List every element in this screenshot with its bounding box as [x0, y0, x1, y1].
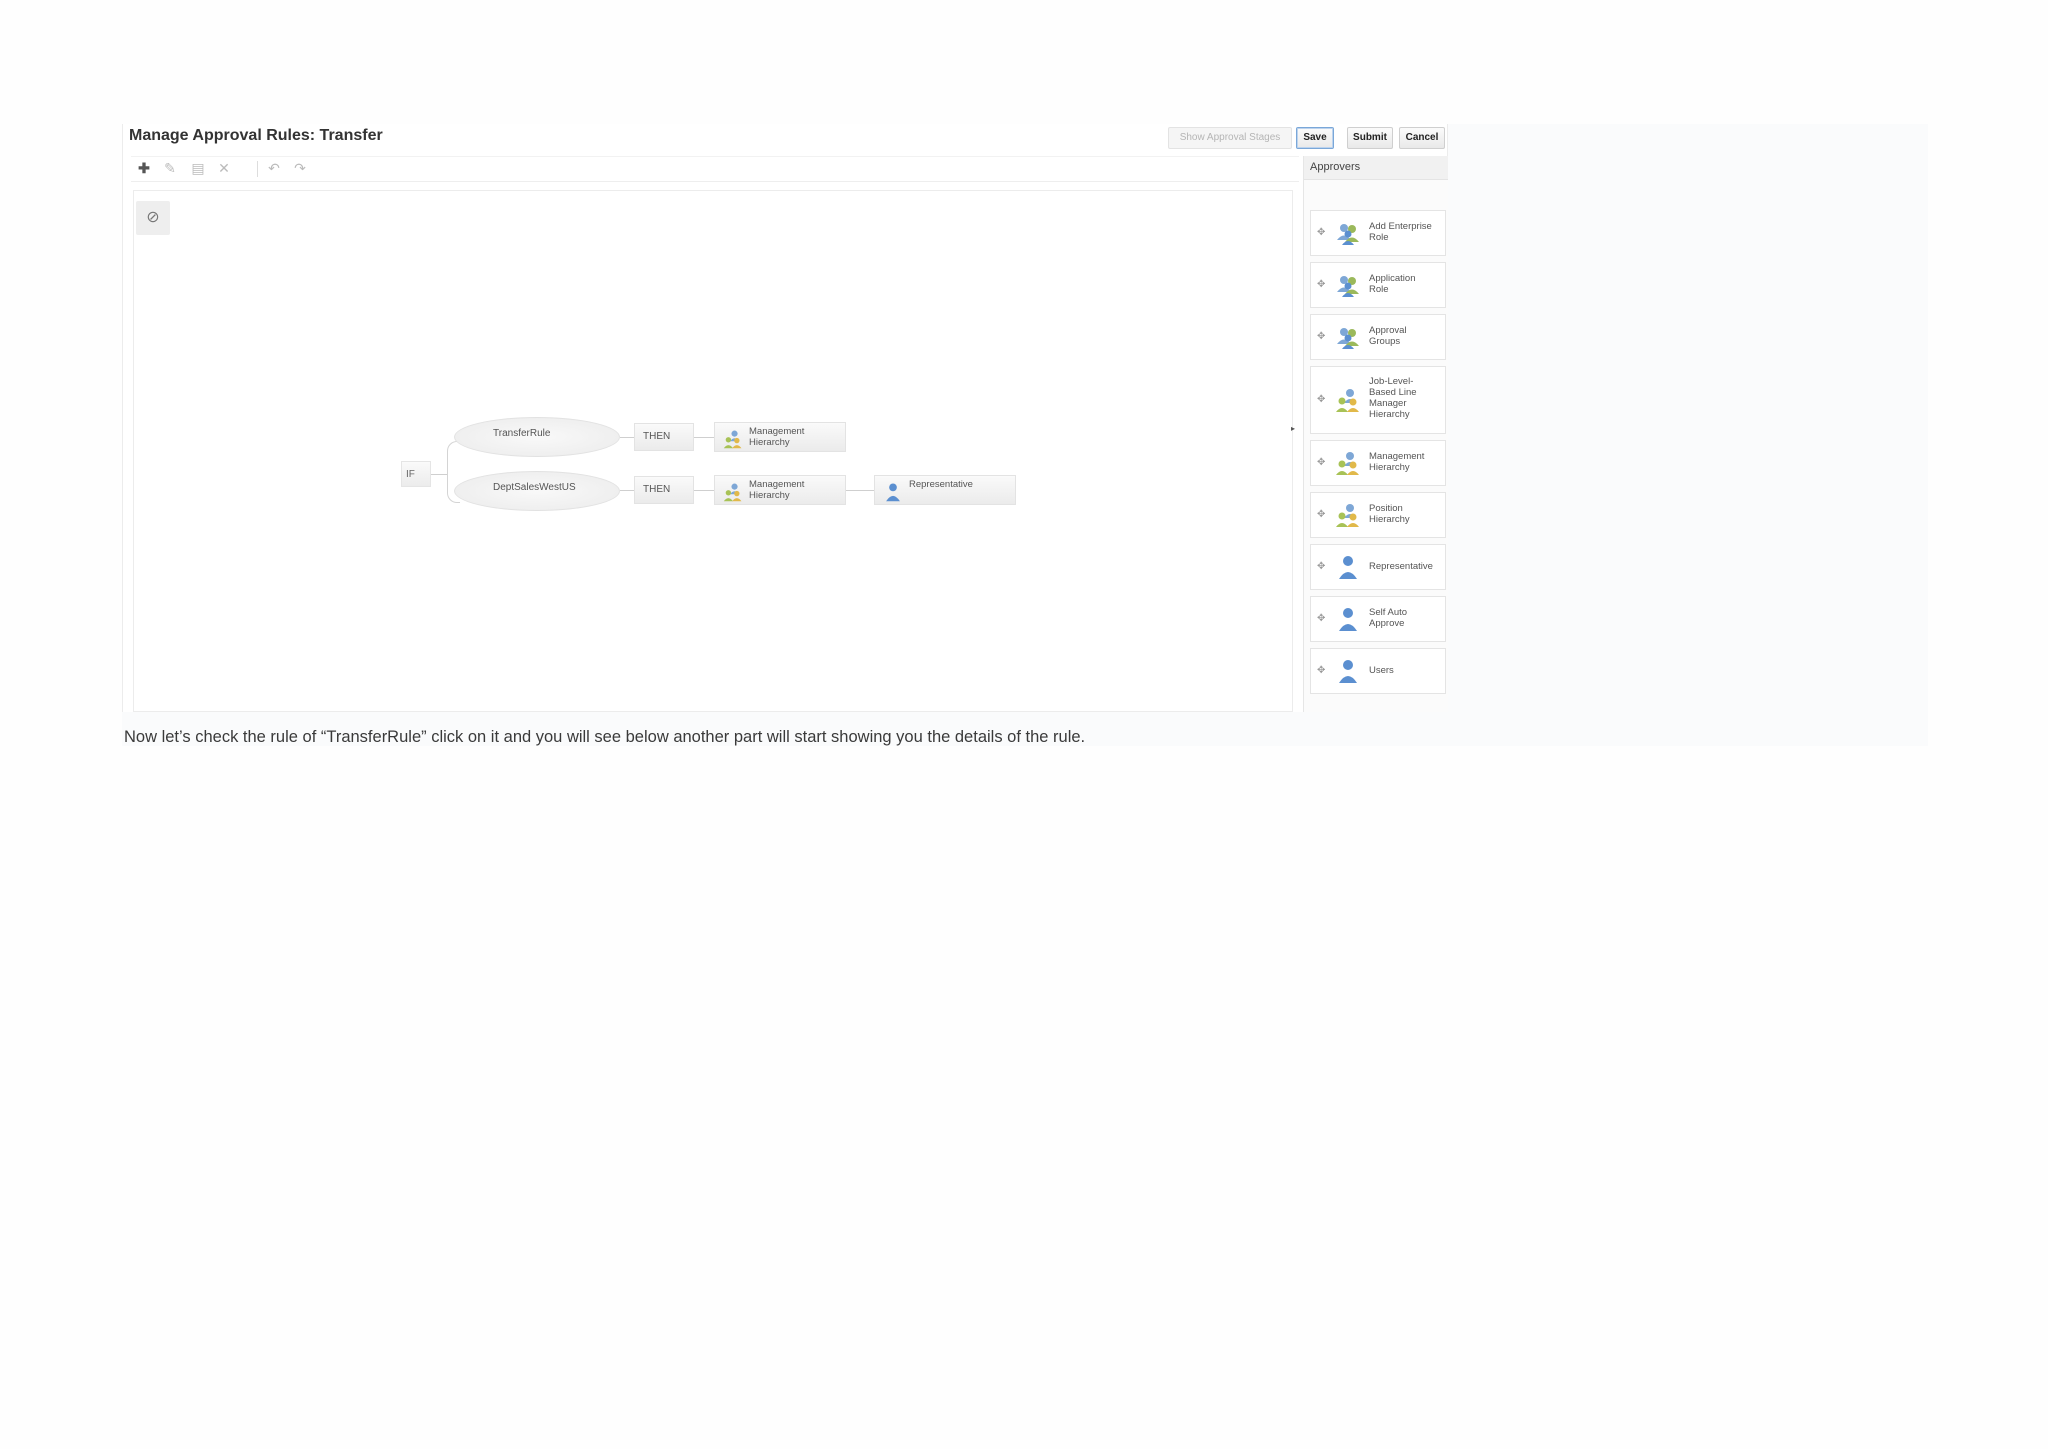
- approver-card-management-hierarchy[interactable]: ✥ Management Hierarchy: [1310, 440, 1446, 486]
- zoom-fit-icon[interactable]: ⊘: [136, 201, 170, 235]
- group-icon: [1335, 220, 1361, 246]
- toolbar-divider: [257, 161, 258, 177]
- show-approval-stages-button[interactable]: Show Approval Stages: [1168, 127, 1292, 149]
- submit-button[interactable]: Submit: [1347, 127, 1393, 149]
- connector: [694, 490, 714, 491]
- approvers-panel: Approvers ✥ Add Enterprise Role ✥ Applic…: [1303, 156, 1448, 712]
- approver-card-self-auto-approve[interactable]: ✥ Self Auto Approve: [1310, 596, 1446, 642]
- hierarchy-icon: [1335, 450, 1361, 476]
- approvers-panel-title: Approvers: [1304, 156, 1448, 180]
- add-icon[interactable]: ✚: [135, 160, 153, 177]
- approver-card-label: Approval Groups: [1369, 325, 1407, 347]
- then-node[interactable]: THEN: [634, 423, 694, 451]
- drag-handle-icon[interactable]: ✥: [1317, 227, 1325, 238]
- approver-card-label: Application Role: [1369, 273, 1416, 295]
- approver-card-representative[interactable]: ✥ Representative: [1310, 544, 1446, 590]
- rule-node-deptsaleswestus[interactable]: DeptSalesWestUS: [454, 471, 620, 511]
- toolbar: ✚ ✎ ▤ ✕ ↶ ↷: [131, 156, 1299, 182]
- approver-card-application-role[interactable]: ✥ Application Role: [1310, 262, 1446, 308]
- approver-card-label: Self Auto Approve: [1369, 607, 1408, 629]
- approver-node-management-hierarchy[interactable]: Management Hierarchy: [714, 422, 846, 452]
- hierarchy-icon: [1335, 502, 1361, 528]
- page-title: Manage Approval Rules: Transfer: [129, 127, 383, 144]
- approver-card-label: Users: [1369, 665, 1394, 676]
- person-icon: [1335, 554, 1361, 580]
- drag-handle-icon[interactable]: ✥: [1317, 457, 1325, 468]
- approver-card-add-enterprise-role[interactable]: ✥ Add Enterprise Role: [1310, 210, 1446, 256]
- approver-card-label: Representative: [1369, 561, 1433, 572]
- rule-node-transferrule[interactable]: TransferRule: [454, 417, 620, 457]
- drag-handle-icon[interactable]: ✥: [1317, 613, 1325, 624]
- if-node[interactable]: IF: [401, 461, 431, 487]
- rule-canvas: ⊘ IF TransferRule THEN Management Hierar…: [133, 190, 1293, 712]
- approver-card-users[interactable]: ✥ Users: [1310, 648, 1446, 694]
- approver-card-label: Management Hierarchy: [1369, 451, 1425, 473]
- drag-handle-icon[interactable]: ✥: [1317, 394, 1325, 405]
- redo-icon[interactable]: ↷: [291, 160, 309, 177]
- drag-handle-icon[interactable]: ✥: [1317, 509, 1325, 520]
- group-icon: [1335, 324, 1361, 350]
- drag-handle-icon[interactable]: ✥: [1317, 561, 1325, 572]
- edit-icon[interactable]: ✎: [161, 160, 179, 177]
- person-icon: [1335, 658, 1361, 684]
- hierarchy-icon: [723, 482, 743, 502]
- connector: [846, 490, 874, 491]
- copy-icon[interactable]: ▤: [189, 160, 207, 177]
- approver-card-job-level-hierarchy[interactable]: ✥ Job-Level- Based Line Manager Hierarch…: [1310, 366, 1446, 434]
- drag-handle-icon[interactable]: ✥: [1317, 279, 1325, 290]
- then-node[interactable]: THEN: [634, 476, 694, 504]
- connector: [694, 437, 714, 438]
- drag-handle-icon[interactable]: ✥: [1317, 331, 1325, 342]
- group-icon: [1335, 272, 1361, 298]
- drag-handle-icon[interactable]: ✥: [1317, 665, 1325, 676]
- approver-card-label: Job-Level- Based Line Manager Hierarchy: [1369, 376, 1417, 420]
- approver-node-management-hierarchy[interactable]: Management Hierarchy: [714, 475, 846, 505]
- save-button[interactable]: Save: [1296, 127, 1334, 149]
- panel-collapse-icon[interactable]: ▸: [1291, 424, 1297, 442]
- approver-node-label: Management Hierarchy: [749, 426, 805, 448]
- hierarchy-icon: [723, 429, 743, 449]
- approver-node-label: Management Hierarchy: [749, 479, 805, 501]
- person-icon: [883, 482, 903, 502]
- cancel-button[interactable]: Cancel: [1399, 127, 1445, 149]
- approver-card-label: Add Enterprise Role: [1369, 221, 1432, 243]
- approval-rules-window: Manage Approval Rules: Transfer Show App…: [122, 124, 1448, 712]
- approver-node-representative[interactable]: Representative: [874, 475, 1016, 505]
- undo-icon[interactable]: ↶: [265, 160, 283, 177]
- connector: [620, 490, 634, 491]
- person-icon: [1335, 606, 1361, 632]
- approver-node-label: Representative: [909, 479, 973, 490]
- hierarchy-icon: [1335, 387, 1361, 413]
- approver-card-label: Position Hierarchy: [1369, 503, 1410, 525]
- connector: [620, 437, 634, 438]
- approver-card-approval-groups[interactable]: ✥ Approval Groups: [1310, 314, 1446, 360]
- approver-card-position-hierarchy[interactable]: ✥ Position Hierarchy: [1310, 492, 1446, 538]
- if-connector: [431, 474, 447, 475]
- delete-icon[interactable]: ✕: [215, 160, 233, 177]
- document-caption: Now let’s check the rule of “TransferRul…: [124, 728, 1086, 746]
